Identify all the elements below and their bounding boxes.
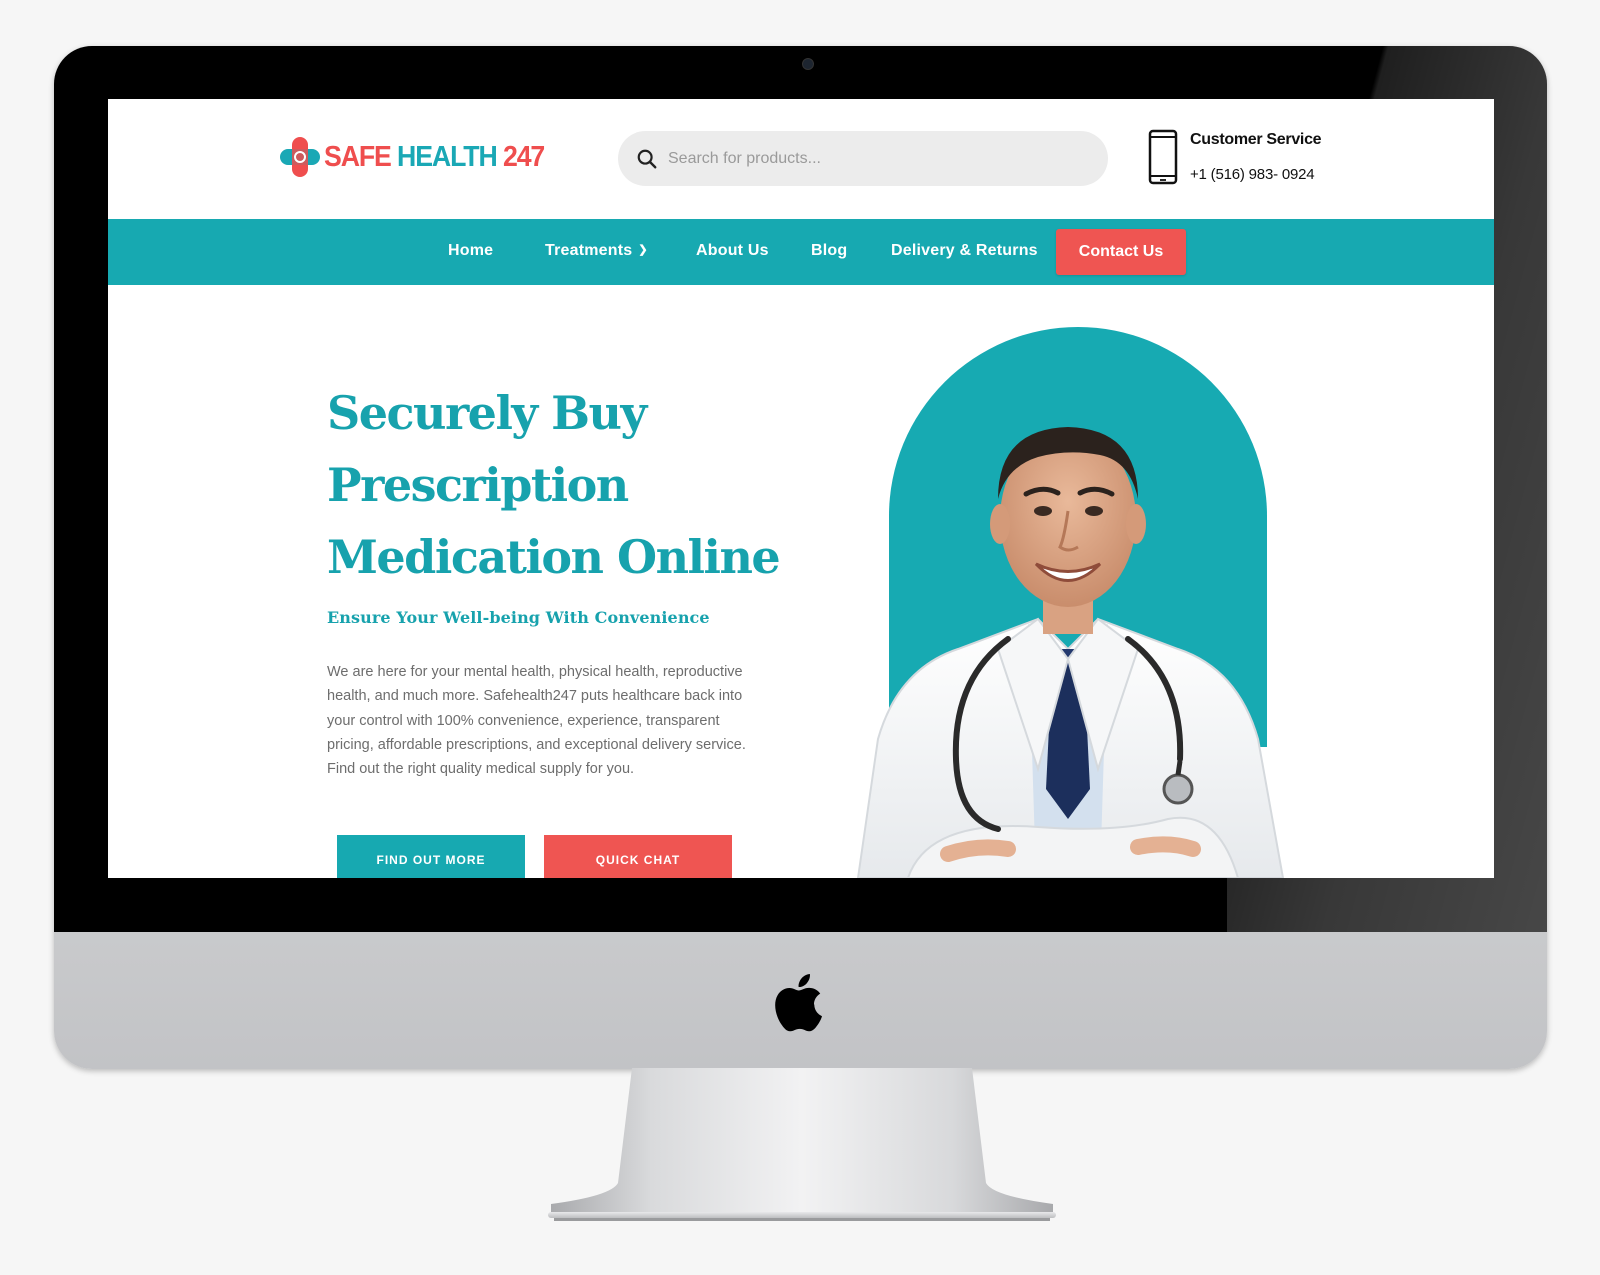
hero-title-line2: Prescription [327, 458, 629, 512]
hero-subtitle: Ensure Your Well-being With Convenience [327, 608, 710, 627]
quick-chat-button[interactable]: QUICK CHAT [544, 835, 732, 878]
hero-title-line1: Securely Buy [327, 386, 647, 440]
monitor-chin [54, 932, 1547, 1069]
medical-cross-icon [280, 137, 320, 177]
hero-title-line3: Medication Online [327, 530, 781, 584]
search-input[interactable] [666, 148, 1070, 169]
nav-item-delivery-returns[interactable]: Delivery & Returns [891, 242, 1038, 260]
contact-us-button[interactable]: Contact Us [1056, 229, 1186, 275]
browser-viewport: SAFE HEALTH 247 Customer Service +1 (516… [108, 99, 1494, 878]
site-header: SAFE HEALTH 247 Customer Service +1 (516… [108, 99, 1494, 219]
phone-icon [1148, 129, 1178, 185]
doctor-image [856, 427, 1285, 878]
hero-title: Securely Buy Prescription Medication Onl… [327, 377, 797, 593]
monitor-stand [548, 1068, 1056, 1221]
camera-icon [802, 58, 814, 70]
logo-text-247: 247 [502, 140, 545, 173]
nav-item-home[interactable]: Home [448, 242, 493, 260]
nav-item-about-us[interactable]: About Us [696, 242, 769, 260]
site-logo[interactable]: SAFE HEALTH 247 [280, 135, 563, 179]
hero-description: We are here for your mental health, phys… [327, 664, 746, 778]
search-icon[interactable] [636, 148, 658, 170]
nav-item-treatments[interactable]: Treatments ❯ [545, 242, 648, 260]
logo-text-health: HEALTH [397, 140, 498, 173]
nav-item-blog[interactable]: Blog [811, 242, 847, 260]
customer-service-title: Customer Service [1190, 131, 1322, 148]
nav-item-treatments-label: Treatments [545, 242, 633, 259]
apple-logo-icon [775, 974, 822, 1032]
main-nav: Home Treatments ❯ About Us Blog Delivery … [108, 219, 1494, 285]
customer-service-phone[interactable]: +1 (516) 983- 0924 [1190, 166, 1321, 183]
search-bar [618, 131, 1108, 186]
find-out-more-button[interactable]: FIND OUT MORE [337, 835, 525, 878]
logo-text-safe: SAFE [324, 140, 392, 173]
customer-service: Customer Service +1 (516) 983- 0924 [1148, 129, 1322, 185]
chevron-down-icon: ❯ [638, 244, 648, 256]
